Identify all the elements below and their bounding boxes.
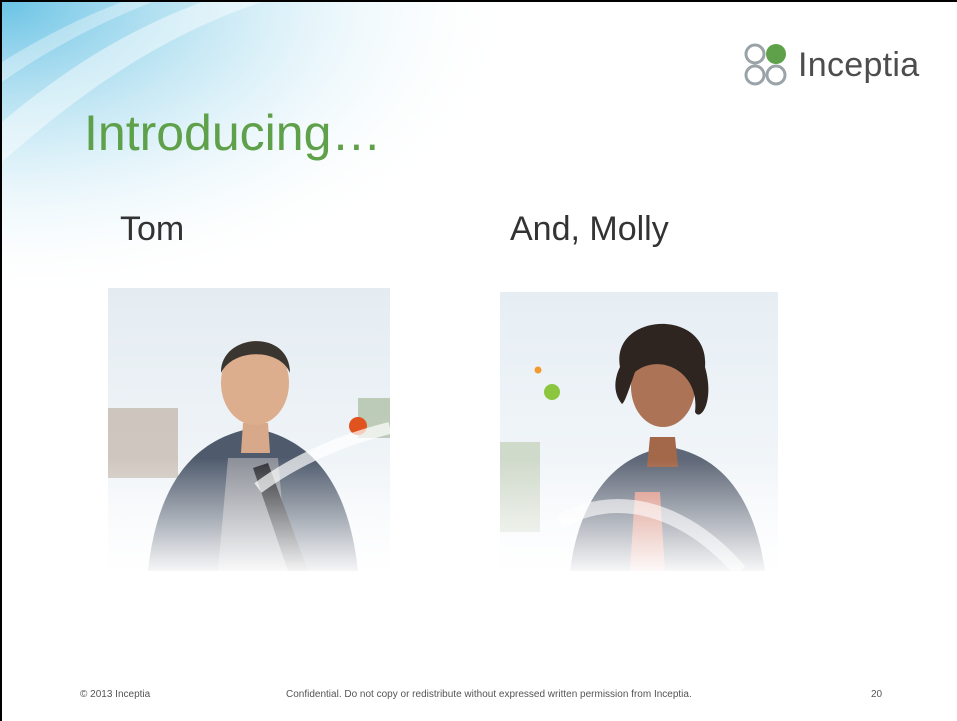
inceptia-logo-icon — [744, 43, 787, 86]
person-name-tom: Tom — [120, 210, 185, 248]
tom-photo — [108, 288, 390, 571]
footer-confidential-notice: Confidential. Do not copy or redistribut… — [286, 689, 692, 700]
logo-wordmark: Inceptia — [798, 45, 920, 84]
footer-copyright: © 2013 Inceptia — [80, 689, 151, 700]
inceptia-logo: Inceptia — [742, 40, 919, 90]
molly-photo — [500, 292, 778, 571]
slide: Inceptia Introducing… Tom And, Molly © 2… — [0, 0, 957, 721]
person-name-molly: And, Molly — [510, 210, 669, 248]
slide-title: Introducing… — [84, 105, 382, 161]
footer-page-number: 20 — [871, 689, 883, 700]
